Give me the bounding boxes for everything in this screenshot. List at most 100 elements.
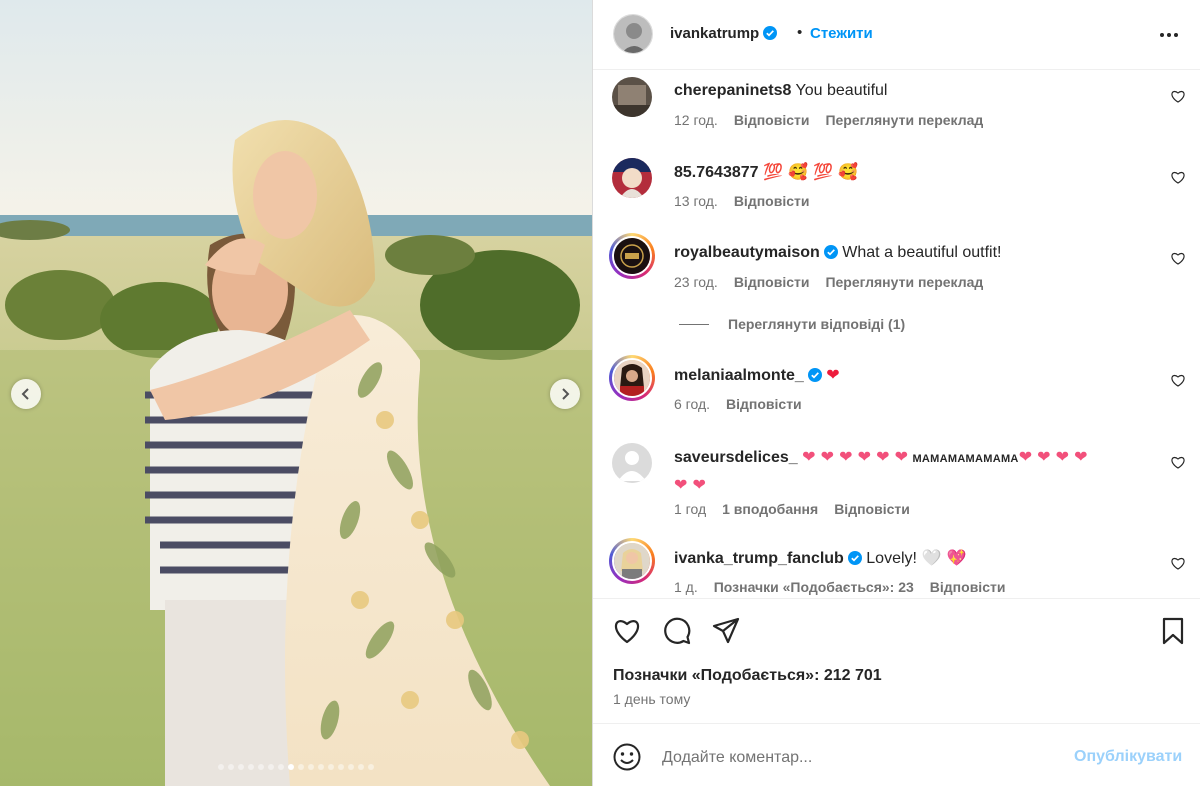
verified-badge-icon <box>823 245 838 259</box>
comment-like-icon[interactable] <box>1171 456 1185 469</box>
composer-divider <box>593 723 1200 724</box>
comment-username[interactable]: cherepaninets8 <box>674 82 791 99</box>
carousel-dots <box>0 764 592 770</box>
comment-input[interactable] <box>662 744 1042 772</box>
header-separator: • <box>797 24 803 41</box>
reply-button[interactable]: Відповісти <box>734 112 810 128</box>
commenter-avatar[interactable] <box>609 440 655 486</box>
comment-username-text: ivanka_trump_fanclub <box>674 550 844 567</box>
carousel-dot <box>338 764 344 770</box>
comment-hearts-line2: ❤ ❤ <box>674 475 706 494</box>
commenter-avatar[interactable] <box>609 538 655 584</box>
comment-time[interactable]: 13 год. <box>674 193 718 209</box>
comment-username[interactable]: 85.7643877 <box>674 164 759 181</box>
comment-text: 85.7643877 💯 🥰 💯 🥰 <box>674 159 1154 185</box>
post-photo[interactable] <box>0 0 592 786</box>
carousel-dot <box>298 764 304 770</box>
carousel-dot <box>218 764 224 770</box>
comment-meta: 12 год. Відповісти Переглянути переклад <box>674 112 983 128</box>
view-replies-button[interactable]: Переглянути відповіді (1) <box>679 316 905 332</box>
comment-likes-count[interactable]: Позначки «Подобається»: 23 <box>714 579 914 595</box>
verified-badge-icon <box>847 551 862 565</box>
comment-username-text: melaniaalmonte_ <box>674 367 804 384</box>
carousel-dot <box>368 764 374 770</box>
reply-button[interactable]: Відповісти <box>834 501 910 517</box>
comment-icon[interactable] <box>662 616 692 646</box>
author-username-text: ivankatrump <box>670 25 760 42</box>
post-time[interactable]: 1 день тому <box>613 691 690 707</box>
comment-body: You beautiful <box>795 82 888 99</box>
carousel-dot <box>258 764 264 770</box>
comment-like-icon[interactable] <box>1171 252 1185 265</box>
comment-like-icon[interactable] <box>1171 90 1185 103</box>
comment-meta: 6 год. Відповісти <box>674 396 802 412</box>
comment-username[interactable]: ivanka_trump_fanclub <box>674 550 862 567</box>
verified-badge-icon <box>763 26 778 40</box>
carousel-dot <box>238 764 244 770</box>
see-translation-button[interactable]: Переглянути переклад <box>825 112 983 128</box>
author-username[interactable]: ivankatrump <box>670 25 778 42</box>
commenter-avatar[interactable] <box>609 74 655 120</box>
comment-time[interactable]: 1 д. <box>674 579 698 595</box>
comment-meta: 1 год 1 вподобання Відповісти <box>674 501 910 517</box>
view-replies-line <box>679 323 709 325</box>
heart-icon[interactable] <box>612 616 642 646</box>
verified-badge-icon <box>807 368 822 382</box>
comment-time[interactable]: 23 год. <box>674 274 718 290</box>
comment-body: 💯 🥰 💯 🥰 <box>762 162 858 181</box>
previous-photo-button[interactable] <box>11 379 41 409</box>
commenter-avatar[interactable] <box>609 155 655 201</box>
comment-like-icon[interactable] <box>1171 374 1185 387</box>
comments-list: cherepaninets8 You beautiful 12 год. Від… <box>593 71 1200 598</box>
comment-time[interactable]: 6 год. <box>674 396 710 412</box>
carousel-dot <box>328 764 334 770</box>
reply-button[interactable]: Відповісти <box>930 579 1006 595</box>
comment-likes-count[interactable]: 1 вподобання <box>722 501 818 517</box>
likes-count[interactable]: Позначки «Подобається»: 212 701 <box>613 667 882 685</box>
comment-hearts-after: ❤ ❤ ❤ ❤ <box>1018 447 1088 466</box>
commenter-avatar[interactable] <box>609 355 655 401</box>
reply-button[interactable]: Відповісти <box>734 274 810 290</box>
comment-hearts: ❤ ❤ ❤ ❤ ❤ ❤ <box>802 447 908 466</box>
comment-like-icon[interactable] <box>1171 171 1185 184</box>
comment-emoji: 🤍 💖 <box>921 548 967 567</box>
chevron-right-icon <box>562 388 570 400</box>
view-replies-label: Переглянути відповіді (1) <box>728 316 906 332</box>
comment-username[interactable]: melaniaalmonte_ <box>674 367 822 384</box>
comment-meta: 1 д. Позначки «Подобається»: 23 Відповіс… <box>674 579 1005 595</box>
photo-scene <box>0 0 592 786</box>
carousel-dot <box>318 764 324 770</box>
share-icon[interactable] <box>711 616 741 646</box>
follow-button[interactable]: Стежити <box>810 25 873 42</box>
smiley-icon[interactable] <box>612 742 642 772</box>
comment-text: royalbeautymaison What a beautiful outfi… <box>674 240 1154 265</box>
reply-button[interactable]: Відповісти <box>734 193 810 209</box>
see-translation-button[interactable]: Переглянути переклад <box>825 274 983 290</box>
commenter-avatar[interactable] <box>609 233 655 279</box>
comment-text: ivanka_trump_fanclub Lovely! 🤍 💖 <box>674 545 1154 571</box>
comment-username[interactable]: royalbeautymaison <box>674 244 838 261</box>
post-header: ivankatrump • Стежити <box>593 0 1200 70</box>
comment-username-text: royalbeautymaison <box>674 244 820 261</box>
author-avatar[interactable] <box>613 14 653 54</box>
comment-time[interactable]: 12 год. <box>674 112 718 128</box>
comment-time[interactable]: 1 год <box>674 501 706 517</box>
comment-text: saveursdelices_ ❤ ❤ ❤ ❤ ❤ ❤ MAMAMAMAMAMA… <box>674 444 1154 498</box>
post-comment-button[interactable]: Опублікувати <box>1074 748 1182 766</box>
comment-like-icon[interactable] <box>1171 557 1185 570</box>
post-side-panel: ivankatrump • Стежити cherepaninets8 You… <box>593 0 1200 786</box>
reply-button[interactable]: Відповісти <box>726 396 802 412</box>
next-photo-button[interactable] <box>550 379 580 409</box>
comment-text: cherepaninets8 You beautiful <box>674 78 1154 103</box>
bookmark-icon[interactable] <box>1158 616 1188 646</box>
carousel-dot <box>278 764 284 770</box>
comment-text: melaniaalmonte_ ❤ <box>674 362 1154 388</box>
comment-body: Lovely! <box>866 550 917 567</box>
comment-username[interactable]: saveursdelices_ <box>674 449 798 466</box>
more-options-icon[interactable] <box>1155 24 1183 46</box>
carousel-dot <box>348 764 354 770</box>
comment-meta: 23 год. Відповісти Переглянути переклад <box>674 274 983 290</box>
comment-word: MAMAMAMAMAMA <box>912 453 1019 465</box>
carousel-dot <box>268 764 274 770</box>
comment-body: ❤ <box>826 365 840 384</box>
